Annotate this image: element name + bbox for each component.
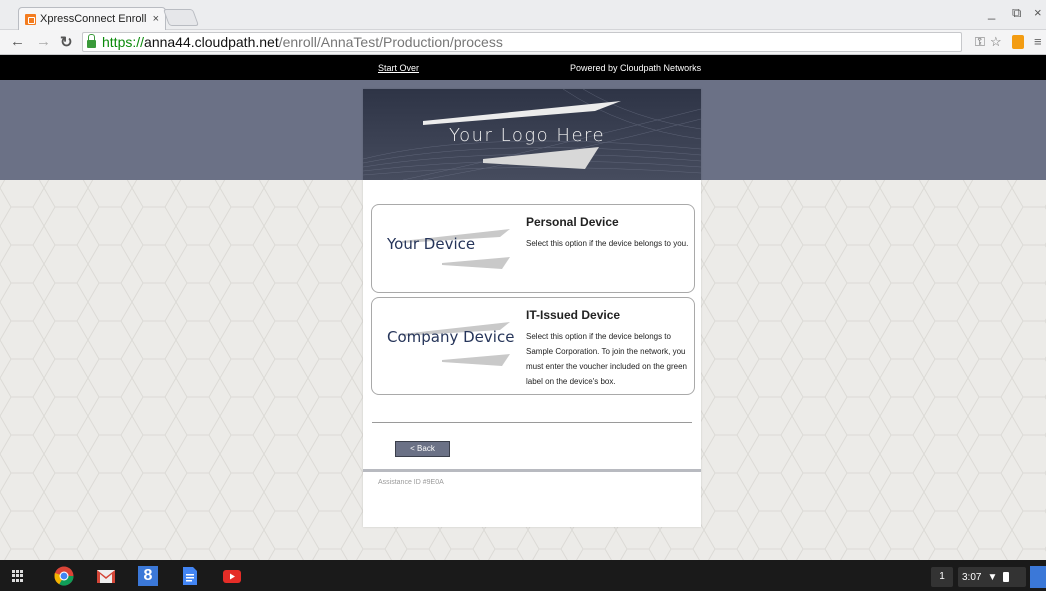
toolbar: ← → ↻ https:// anna44.cloudpath.net /enr… xyxy=(0,30,1046,55)
back-button[interactable]: < Back xyxy=(395,441,450,457)
wifi-icon: ▼ xyxy=(987,571,998,583)
it-issued-device-option[interactable]: Company Device IT-Issued Device Select t… xyxy=(371,297,695,395)
chrome-icon[interactable] xyxy=(54,566,74,586)
url-host: anna44.cloudpath.net xyxy=(144,34,279,50)
url-path: /enroll/AnnaTest/Production/process xyxy=(278,34,503,50)
card-bottom-edge xyxy=(363,469,701,472)
new-tab-button[interactable] xyxy=(162,9,200,26)
youtube-icon[interactable] xyxy=(222,566,242,586)
tab-close-icon[interactable]: × xyxy=(147,13,165,25)
lock-icon xyxy=(87,33,96,48)
page-content: Start Over Powered by Cloudpath Networks… xyxy=(0,55,1046,560)
browser-titlebar: XpressConnect Enrollme × _ ⧉ × xyxy=(0,0,1046,30)
url-scheme: https:// xyxy=(102,34,145,50)
it-issued-device-description: Select this option if the device belongs… xyxy=(526,332,687,386)
minimize-icon[interactable]: _ xyxy=(988,5,995,20)
gmail-icon[interactable] xyxy=(96,566,116,586)
start-over-link[interactable]: Start Over xyxy=(378,63,419,73)
close-window-icon[interactable]: × xyxy=(1034,5,1042,20)
app-launcher-icon[interactable] xyxy=(12,570,24,582)
docs-icon[interactable] xyxy=(180,566,200,586)
forward-arrow-icon[interactable]: → xyxy=(36,33,51,50)
enrollment-card: Your Logo Here Your Device Personal Devi… xyxy=(363,89,701,527)
system-tray[interactable]: 3:07 ▼ xyxy=(958,567,1026,587)
company-device-label: Company Device xyxy=(387,328,515,346)
xpressconnect-favicon-icon xyxy=(25,13,36,25)
powered-by-text: Powered by Cloudpath Networks xyxy=(570,63,702,73)
logo-text: Your Logo Here xyxy=(449,125,606,146)
address-bar[interactable]: https:// anna44.cloudpath.net /enroll/An… xyxy=(82,32,962,52)
bookmark-star-icon[interactable]: ☆ xyxy=(990,34,1002,50)
back-arrow-icon[interactable]: ← xyxy=(10,33,25,50)
personal-device-description: Select this option if the device belongs… xyxy=(526,239,689,248)
restore-icon[interactable]: ⧉ xyxy=(1012,5,1021,21)
top-nav-bar: Start Over Powered by Cloudpath Networks xyxy=(0,55,1046,80)
menu-icon[interactable]: ≡ xyxy=(1034,34,1042,49)
assistance-id: Assistance ID #9E0A xyxy=(378,479,444,486)
divider xyxy=(372,422,692,423)
key-icon[interactable]: ⚿ xyxy=(975,34,985,50)
personal-device-option[interactable]: Your Device Personal Device Select this … xyxy=(371,204,695,293)
chromeos-shelf: 8 1 3:07 ▼ xyxy=(0,560,1046,591)
browser-tab[interactable]: XpressConnect Enrollme × xyxy=(18,7,166,30)
tab-title: XpressConnect Enrollme xyxy=(40,13,147,25)
your-device-label: Your Device xyxy=(387,235,476,253)
extension-icon[interactable] xyxy=(1012,35,1024,49)
notification-count[interactable]: 1 xyxy=(931,567,953,587)
reload-icon[interactable]: ↻ xyxy=(60,33,73,51)
logo-banner: Your Logo Here xyxy=(363,89,701,180)
user-avatar[interactable] xyxy=(1030,566,1046,588)
it-issued-device-title: IT-Issued Device xyxy=(526,308,621,322)
battery-icon xyxy=(1003,572,1010,582)
google-plus-icon[interactable]: 8 xyxy=(138,566,158,586)
clock: 3:07 xyxy=(962,571,982,583)
personal-device-title: Personal Device xyxy=(526,215,619,229)
